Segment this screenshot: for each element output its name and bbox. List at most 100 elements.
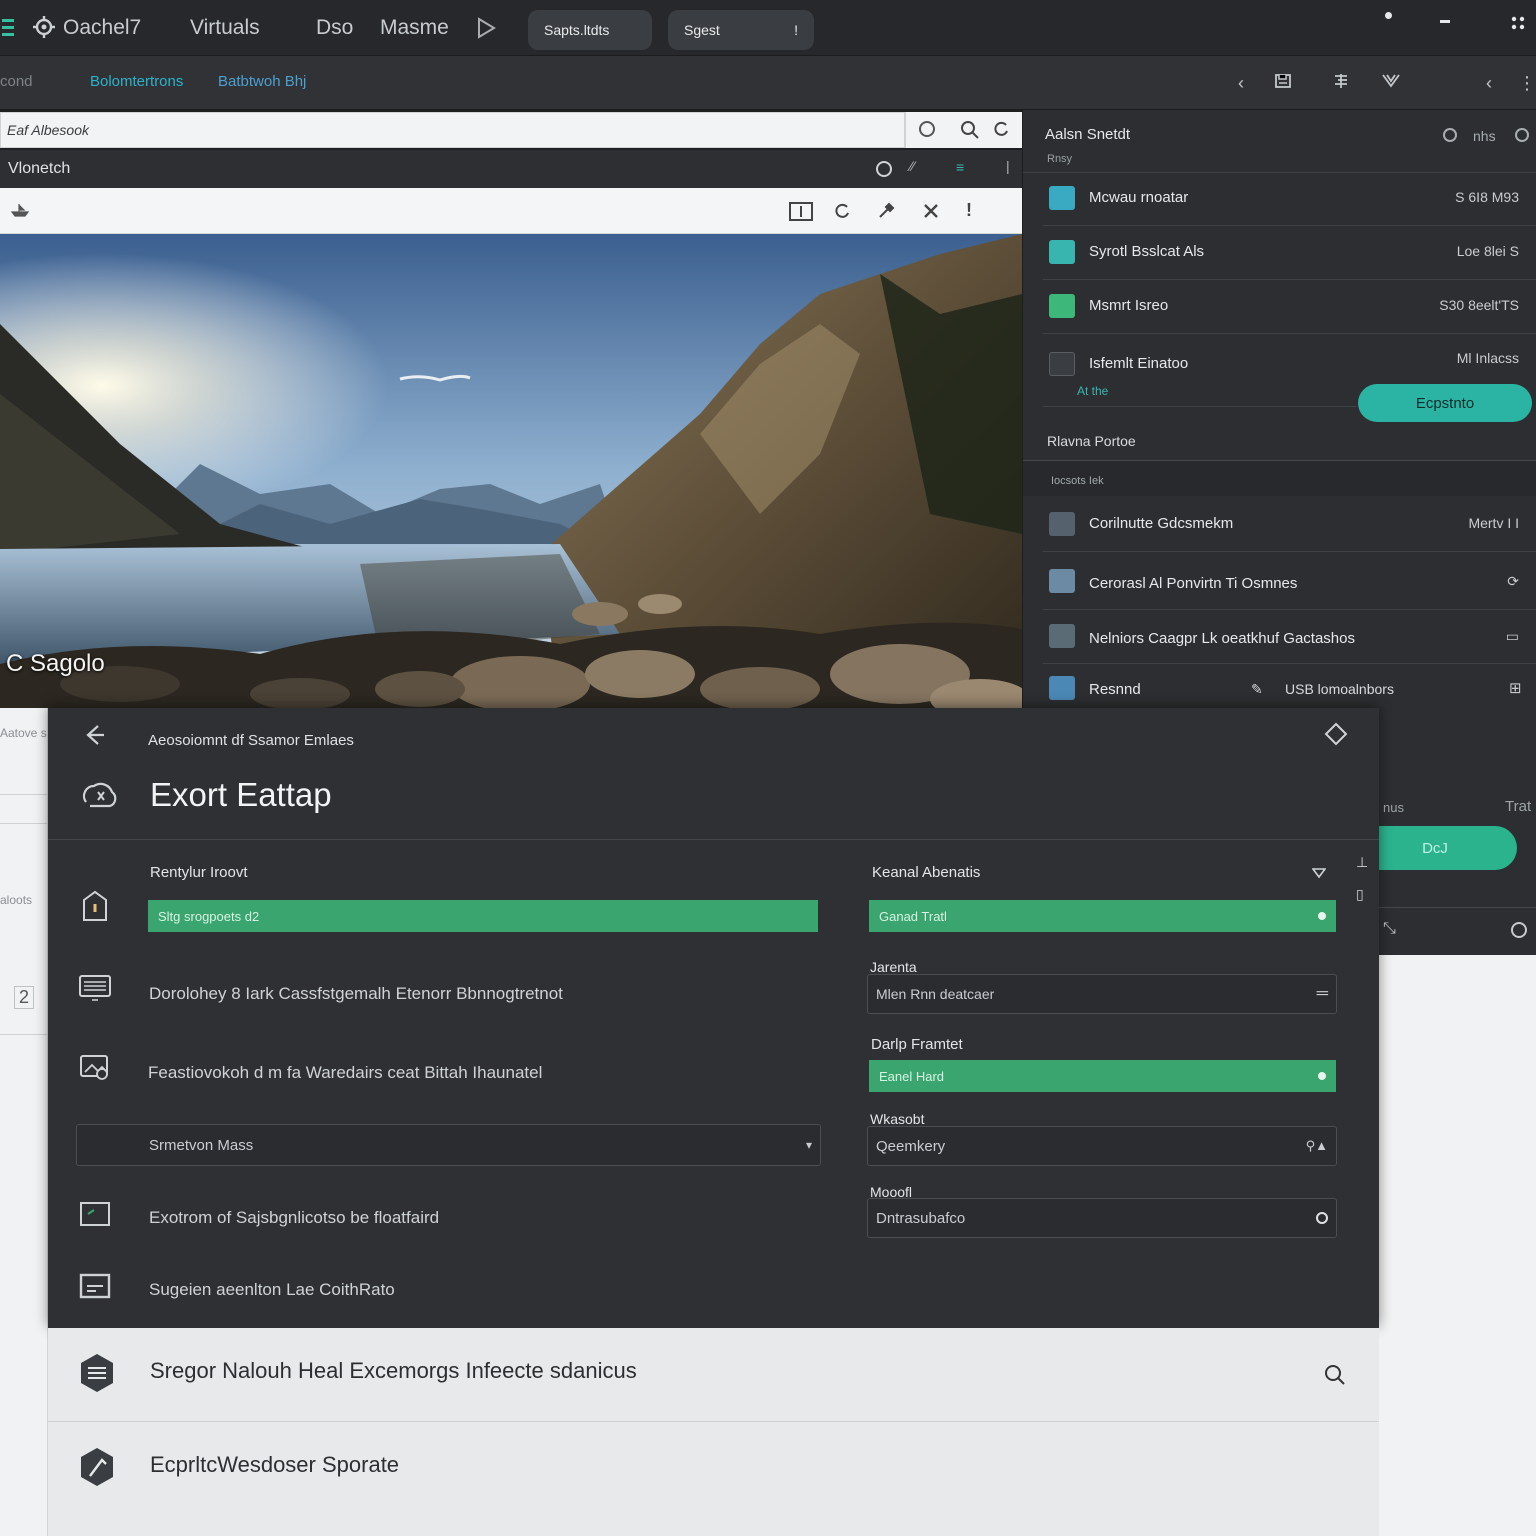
item-value: Loe 8lei S (1456, 243, 1519, 259)
wand-icon[interactable]: ⁄⁄ (910, 158, 915, 174)
field-label: Rentylur Iroovt (150, 864, 248, 881)
sync-icon[interactable] (876, 161, 892, 177)
menubar: Oachel7 Virtuals Dso Masme Sapts.ltdts S… (0, 0, 1536, 56)
background-label: 2 (14, 986, 35, 1009)
app-name: Oachel7 (63, 16, 142, 39)
keyboard-icon (78, 974, 112, 1008)
export-button[interactable]: Ecpstnto (1358, 384, 1532, 422)
panel-title: Aalsn Snetdt (1045, 126, 1131, 143)
pin-icon[interactable]: ⊥ (1356, 854, 1368, 871)
field-label: Darlp Framtet (871, 1036, 963, 1053)
dot-icon[interactable] (1385, 12, 1392, 19)
frame-icon[interactable] (789, 202, 813, 221)
lower-label-left: nus (1383, 800, 1404, 815)
breadcrumb-root[interactable]: cond (0, 73, 33, 90)
expand-icon[interactable]: ⤡ (1383, 920, 1396, 938)
item-name: Msmrt Isreo (1089, 297, 1169, 314)
refresh-icon[interactable] (992, 120, 1010, 143)
list-item[interactable]: Syrotl Bsslcat Als Loe 8lei S (1043, 226, 1536, 280)
list-item[interactable]: EcprltcWesdoser Sporate (48, 1422, 1379, 1516)
monitor-icon (78, 1200, 112, 1234)
breadcrumb-item-2[interactable]: Batbtwoh Bhj (218, 73, 306, 90)
item-value: S30 8eelt'TS (1439, 297, 1519, 313)
thumbnail-icon (1049, 676, 1075, 700)
item-subtext: At the (1077, 384, 1109, 398)
play-icon[interactable] (476, 17, 496, 39)
search-field[interactable]: Qeemkery ⚲▲ (867, 1126, 1337, 1166)
menu-icon: ═ (1316, 985, 1328, 1002)
tree-icon[interactable]: ⊞ (1509, 679, 1522, 697)
refresh-icon (1316, 1212, 1328, 1224)
thumbnail-icon (1049, 512, 1075, 536)
minimize-icon[interactable] (1440, 20, 1450, 23)
list-item[interactable]: Sregor Nalouh Heal Excemorgs Infeecte sd… (48, 1328, 1379, 1422)
menu-item-masme[interactable]: Masme (380, 16, 449, 40)
thumbnail-icon (1049, 294, 1075, 318)
rotate-icon[interactable] (833, 202, 851, 225)
export-dialog: Aeosoiomnt df Ssamor Emlaes Exort Eattap… (48, 708, 1379, 1328)
output-type-bar[interactable]: Ganad Tratl (869, 900, 1336, 932)
item-name: Resnnd (1089, 681, 1141, 698)
save-icon[interactable] (1272, 72, 1294, 94)
diamond-icon[interactable] (1324, 722, 1348, 751)
edit-icon[interactable]: ✎ (1251, 681, 1263, 698)
export-icon (80, 778, 118, 817)
layers-icon[interactable]: ≡ (956, 159, 964, 175)
list-item[interactable]: Msmrt Isreo S30 8eelt'TS (1043, 280, 1536, 334)
list-item[interactable]: Nelniors Caagpr Lk oeatkhuf Gactashos ▭ (1043, 610, 1536, 664)
item-name: Corilnutte Gdcsmekm (1089, 515, 1234, 532)
background-label: Aatove s (0, 726, 47, 740)
grid-menu-icon[interactable] (1511, 16, 1525, 30)
format-input[interactable]: Mlen Rnn deatcaer ═ (867, 974, 1337, 1014)
frame-option-value: Eanel Hard (879, 1068, 945, 1084)
option-text: Dorolohey 8 Iark Cassfstgemalh Etenorr B… (149, 984, 563, 1003)
back-icon[interactable]: ‹ (1230, 72, 1252, 94)
primary-format-bar[interactable]: Sltg srogpoets d2 (148, 900, 818, 932)
search-input[interactable] (0, 112, 905, 148)
search-icon[interactable] (1324, 1364, 1346, 1391)
search-pill-label: Sgest (684, 22, 720, 38)
search-icon[interactable] (960, 120, 980, 145)
breadcrumb-item-1[interactable]: Bolomtertrons (90, 73, 183, 90)
refresh-icon[interactable] (1443, 128, 1457, 142)
item-value: USB lomoalnbors (1285, 681, 1394, 697)
divider (0, 1034, 48, 1035)
dialog-title: Exort Eattap (150, 776, 332, 813)
handle-icon[interactable]: | (1006, 158, 1010, 174)
thumbnail-icon (1049, 240, 1075, 264)
circle-icon[interactable] (919, 121, 935, 137)
filter-icon[interactable] (1380, 72, 1402, 94)
item-name: Nelniors Caagpr Lk oeatkhuf Gactashos (1089, 630, 1355, 647)
toolbar-pill-button[interactable]: Sapts.ltdts (528, 10, 652, 50)
menu-item-virtuals[interactable]: Virtuals (190, 16, 260, 40)
list-item[interactable]: Corilnutte Gdcsmekm Mertv I I (1043, 496, 1536, 552)
save-icon[interactable]: ▯ (1356, 886, 1364, 903)
item-value: ▭ (1505, 628, 1519, 644)
divider (0, 823, 48, 824)
list-item[interactable]: Mcwau rnoatar S 6I8 M93 (1043, 172, 1536, 226)
menu-item-dso[interactable]: Dso (316, 16, 353, 40)
item-name: Syrotl Bsslcat Als (1089, 243, 1205, 260)
reload-icon[interactable] (1511, 922, 1527, 938)
info-icon[interactable]: ! (966, 200, 972, 221)
dropdown-arrow-icon[interactable] (1311, 866, 1327, 884)
divider (0, 794, 48, 795)
boat-icon[interactable] (10, 202, 30, 223)
background-label: aloots (0, 893, 33, 907)
preset-select[interactable]: Srmetvon Mass ▾ (76, 1124, 821, 1166)
image-edit-icon (78, 1052, 112, 1086)
mode-select[interactable]: Dntrasubafco (867, 1198, 1337, 1238)
more-icon[interactable]: ⋮ (1516, 72, 1536, 94)
background-panel-right (1379, 955, 1536, 1536)
eyedropper-icon[interactable] (876, 201, 896, 226)
align-icon[interactable] (1330, 72, 1352, 94)
background-panel-left: Aatove s aloots 2 (0, 708, 48, 1536)
back-arrow-icon[interactable] (82, 722, 108, 753)
frame-option-bar[interactable]: Eanel Hard (869, 1060, 1336, 1092)
hamburger-icon[interactable] (2, 16, 14, 38)
settings-icon[interactable] (1515, 128, 1529, 142)
list-item[interactable]: Cerorasl Al Ponvirtn Ti Osmnes ⟳ (1043, 552, 1536, 610)
collapse-icon[interactable]: ‹ (1478, 72, 1500, 94)
close-icon[interactable] (922, 202, 940, 225)
search-pill[interactable]: Sgest ! (668, 10, 814, 50)
